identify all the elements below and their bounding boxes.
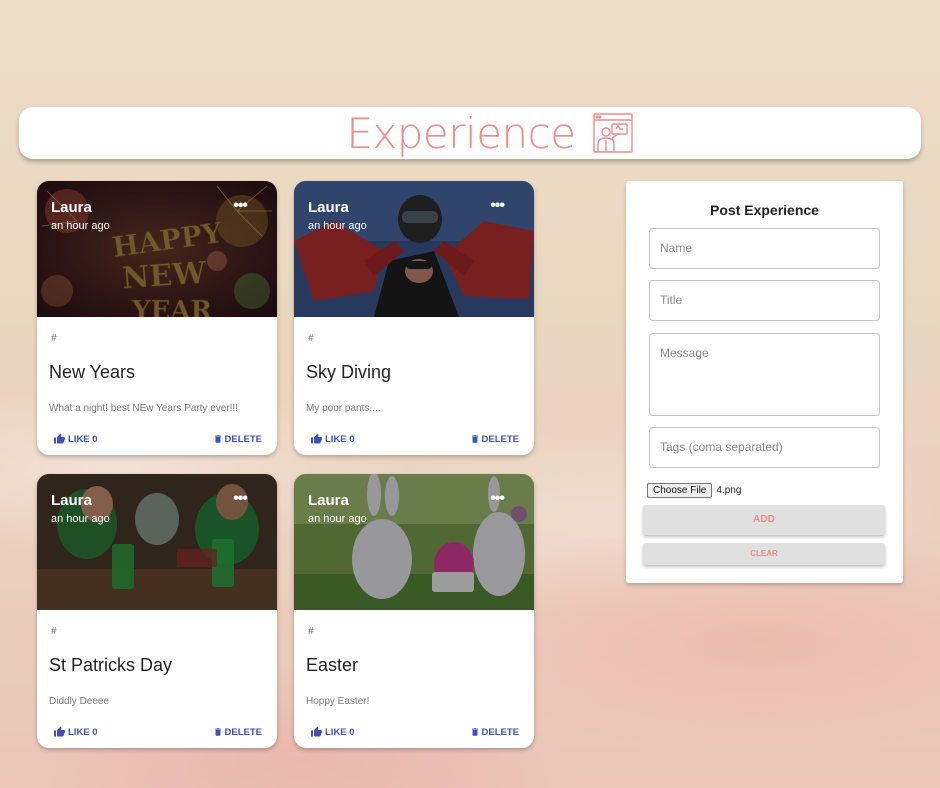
choose-file-button[interactable]: Choose File — [647, 483, 713, 498]
app-title: Experience — [346, 108, 576, 158]
post-tags: # — [51, 626, 57, 637]
post-image-st-patricks: Laura an hour ago ••• — [37, 474, 277, 610]
like-button[interactable]: LIKE 0 — [53, 433, 98, 445]
post-message: What a night! best NEw Years Party ever!… — [49, 403, 238, 414]
post-tags: # — [51, 333, 57, 344]
post-image-easter: Laura an hour ago ••• — [294, 474, 534, 610]
post-tags: # — [308, 333, 314, 344]
presentation-icon — [592, 113, 633, 153]
post-tags: # — [308, 626, 314, 637]
post-time: an hour ago — [308, 513, 367, 525]
trash-icon — [214, 728, 221, 736]
form-title: Post Experience — [710, 202, 819, 218]
add-button[interactable]: ADD — [643, 505, 885, 535]
message-field[interactable]: Message — [649, 333, 880, 416]
post-message: Diddly Deeee — [49, 696, 110, 707]
like-label: LIKE 0 — [325, 726, 355, 738]
thumb-up-icon — [311, 433, 322, 444]
message-placeholder: Message — [660, 346, 709, 360]
post-author: Laura — [308, 199, 349, 216]
delete-button[interactable]: DELETE — [470, 726, 519, 738]
thumb-up-icon — [54, 726, 65, 737]
post-card: HAPPY NEW YEAR Laura an hour ago ••• # N… — [37, 181, 277, 455]
post-experience-form: Post Experience Name Title Message Tags … — [626, 181, 903, 583]
like-label: LIKE 0 — [68, 433, 98, 445]
app-bar: Experience — [19, 107, 921, 159]
name-field[interactable]: Name — [649, 228, 880, 269]
more-options-icon[interactable]: ••• — [233, 490, 248, 508]
like-button[interactable]: LIKE 0 — [310, 433, 355, 445]
more-options-icon[interactable]: ••• — [233, 197, 248, 215]
delete-label: DELETE — [224, 433, 262, 445]
title-placeholder: Title — [660, 293, 683, 307]
post-card: Laura an hour ago ••• # Easter Hoppy Eas… — [294, 474, 534, 748]
file-name: 4.png — [716, 485, 742, 496]
more-options-icon[interactable]: ••• — [490, 490, 505, 508]
clear-button[interactable]: CLEAR — [643, 543, 885, 565]
delete-label: DELETE — [481, 726, 519, 738]
delete-label: DELETE — [224, 726, 262, 738]
post-title: Sky Diving — [306, 362, 392, 382]
post-message: Hoppy Easter! — [306, 696, 370, 707]
post-author: Laura — [308, 492, 349, 509]
tags-placeholder: Tags (coma separated) — [660, 440, 783, 454]
like-button[interactable]: LIKE 0 — [310, 726, 355, 738]
tags-field[interactable]: Tags (coma separated) — [649, 427, 880, 468]
post-time: an hour ago — [308, 220, 367, 232]
post-image-new-years: HAPPY NEW YEAR Laura an hour ago ••• — [37, 181, 277, 317]
post-author: Laura — [51, 199, 92, 216]
name-placeholder: Name — [660, 241, 693, 255]
trash-icon — [471, 728, 478, 736]
title-field[interactable]: Title — [649, 280, 880, 321]
thumb-up-icon — [54, 433, 65, 444]
delete-label: DELETE — [481, 433, 519, 445]
post-card: Laura an hour ago ••• # St Patricks Day … — [37, 474, 277, 748]
post-title: Easter — [306, 655, 359, 675]
post-time: an hour ago — [51, 513, 110, 525]
post-card: Laura an hour ago ••• # Sky Diving My po… — [294, 181, 534, 455]
post-image-sky-diving: Laura an hour ago ••• — [294, 181, 534, 317]
like-label: LIKE 0 — [325, 433, 355, 445]
trash-icon — [471, 435, 478, 443]
delete-button[interactable]: DELETE — [470, 433, 519, 445]
like-button[interactable]: LIKE 0 — [53, 726, 98, 738]
file-input: Choose File 4.png — [647, 483, 741, 498]
delete-button[interactable]: DELETE — [213, 726, 262, 738]
post-title: St Patricks Day — [49, 655, 173, 675]
thumb-up-icon — [311, 726, 322, 737]
post-time: an hour ago — [51, 220, 110, 232]
like-label: LIKE 0 — [68, 726, 98, 738]
more-options-icon[interactable]: ••• — [490, 197, 505, 215]
post-message: My poor pants.... — [306, 403, 381, 414]
post-author: Laura — [51, 492, 92, 509]
delete-button[interactable]: DELETE — [213, 433, 262, 445]
trash-icon — [214, 435, 221, 443]
post-title: New Years — [49, 362, 136, 382]
